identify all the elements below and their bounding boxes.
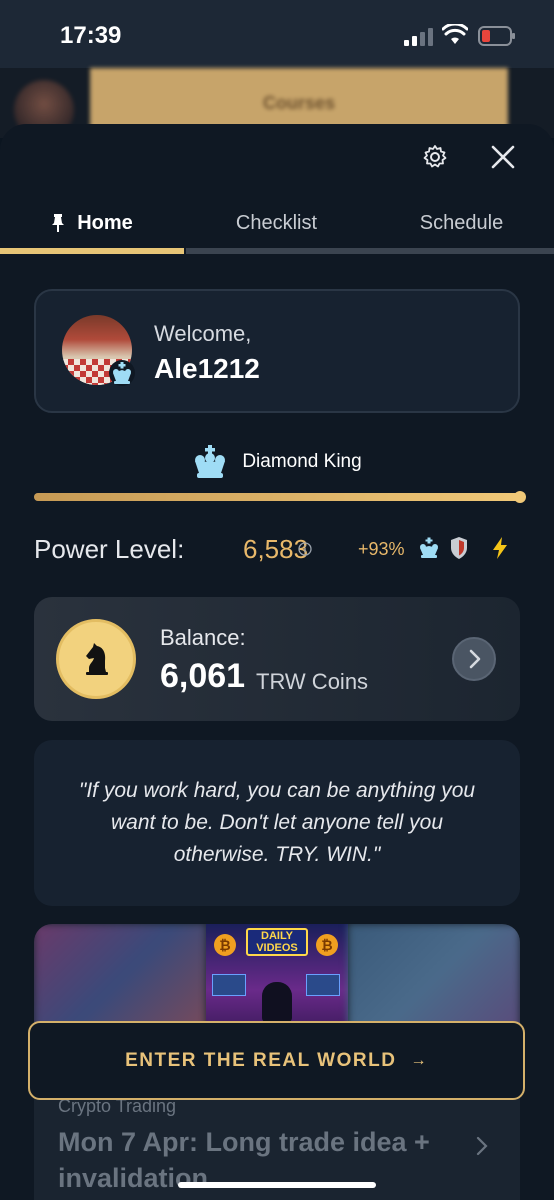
chevron-right-icon <box>469 649 481 669</box>
chart-screen <box>212 974 246 996</box>
balance-card[interactable]: Balance: 6,061 TRW Coins <box>34 597 520 721</box>
quote-text: "If you work hard, you can be anything y… <box>78 779 476 866</box>
power-level-percent: +93% <box>358 539 405 559</box>
bitcoin-icon: ₿ <box>214 934 236 956</box>
video-thumbnail-blur-right <box>348 924 520 1034</box>
tab-home[interactable]: Home <box>0 200 184 246</box>
quote-card: "If you work hard, you can be anything y… <box>34 740 520 906</box>
power-level-label: Power Level: <box>34 534 185 564</box>
rank-progress-bar <box>34 491 526 503</box>
shield-icon <box>451 537 467 559</box>
arrow-right-icon: → <box>410 1051 428 1069</box>
rank-progress-knob <box>514 491 526 503</box>
tab-schedule[interactable]: Schedule <box>369 200 554 246</box>
status-time: 17:39 <box>60 22 122 49</box>
status-bar: 17:39 <box>0 0 554 68</box>
video-thumbnail: DAILY VIDEOS ₿ ₿ <box>206 924 348 1034</box>
balance-unit: TRW Coins <box>256 669 369 694</box>
balance-arrow-button[interactable] <box>452 637 496 681</box>
trader-figure <box>262 982 292 1022</box>
tab-bar: Home Checklist Schedule <box>0 200 554 256</box>
enter-button-label: ENTER THE REAL WORLD <box>125 1049 397 1071</box>
bitcoin-icon: ₿ <box>316 934 338 956</box>
coin-icon <box>56 619 136 699</box>
tab-checklist-label: Checklist <box>235 211 318 234</box>
rank-progress-fill <box>34 493 520 501</box>
welcome-label: Welcome, <box>154 321 252 346</box>
gear-icon[interactable] <box>421 143 449 171</box>
chart-screen <box>306 974 340 996</box>
video-thumbnail-title: DAILY VIDEOS <box>246 928 308 956</box>
king-icon <box>420 537 438 558</box>
tab-checklist[interactable]: Checklist <box>184 200 369 246</box>
rank-title: Diamond King <box>242 451 362 472</box>
knight-icon <box>86 643 108 675</box>
battery-icon <box>478 26 515 46</box>
background-courses-label: Courses <box>262 92 336 113</box>
king-badge-icon <box>109 360 135 386</box>
wifi-icon <box>442 24 468 44</box>
lightning-icon <box>493 537 507 559</box>
cellular-signal-icon <box>404 26 434 46</box>
video-thumbnail-blur-left <box>34 924 206 1034</box>
welcome-card[interactable]: Welcome, Ale1212 <box>34 289 520 413</box>
chevron-right-icon <box>476 1136 488 1156</box>
tab-indicator-active <box>0 248 184 254</box>
king-crown-icon <box>195 445 226 478</box>
pin-icon <box>52 214 65 232</box>
balance-label: Balance: <box>160 625 246 650</box>
power-level-row: Power Level: 6,583 +93% <box>34 530 520 568</box>
rank-row: Diamond King <box>0 440 554 484</box>
tab-schedule-label: Schedule <box>419 211 504 234</box>
username: Ale1212 <box>154 353 260 384</box>
home-indicator[interactable] <box>178 1182 376 1188</box>
tab-indicator-track <box>186 248 554 254</box>
balance-value: 6,061 <box>160 657 246 695</box>
close-icon[interactable] <box>489 143 517 171</box>
tab-home-label: Home <box>77 211 133 234</box>
enter-real-world-button[interactable]: ENTER THE REAL WORLD → <box>28 1021 525 1100</box>
info-icon[interactable] <box>298 542 312 556</box>
